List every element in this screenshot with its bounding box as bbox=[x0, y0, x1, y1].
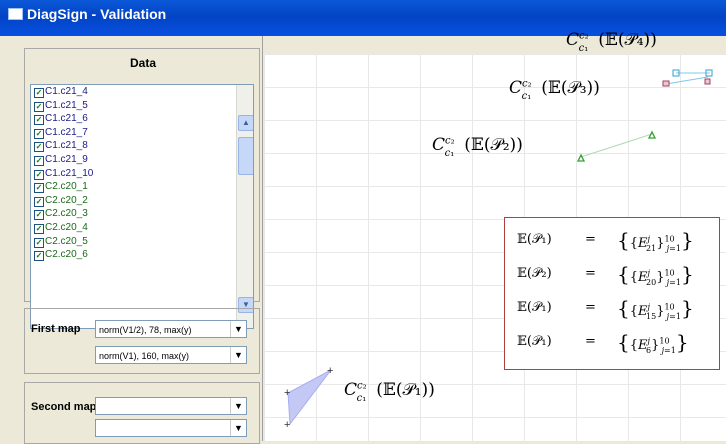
p3-marker-1[interactable] bbox=[662, 80, 670, 87]
equation-lhs: 𝔼(𝒫₁) bbox=[517, 232, 552, 247]
equation-rhs: {{Ej15}10j=1} bbox=[617, 296, 694, 321]
equation-equals: = bbox=[585, 266, 596, 281]
equation-lhs: 𝔼(𝒫₂) bbox=[517, 266, 552, 281]
equation-rhs: {{Ej21}10j=1} bbox=[617, 228, 694, 253]
p1-marker-2: + bbox=[327, 365, 333, 377]
equation-equals: = bbox=[585, 300, 596, 315]
p1-polygon[interactable] bbox=[287, 369, 332, 426]
equation-rhs: {{Ej6}10j=1} bbox=[617, 330, 689, 355]
p4-label: Cc₂c₁ (𝔼(𝒫₄)) bbox=[566, 30, 657, 54]
p3-label: Cc₂c₁ (𝔼(𝒫₃)) bbox=[509, 78, 600, 102]
p3-line bbox=[665, 76, 709, 85]
p1-label: Cc₂c₁ (𝔼(𝒫₁)) bbox=[344, 380, 435, 404]
p1-marker-3: + bbox=[284, 419, 290, 431]
p3-marker-2[interactable] bbox=[704, 78, 711, 85]
equation-box: 𝔼(𝒫₁) = {{Ej21}10j=1} 𝔼(𝒫₂) = {{Ej20}10j=1} 𝔼(… bbox=[504, 217, 720, 370]
equation-lhs: 𝔼(𝒫₁) bbox=[517, 334, 552, 349]
equation-equals: = bbox=[585, 334, 596, 349]
equation-lhs: 𝔼(𝒫₁) bbox=[517, 300, 552, 315]
p1-marker-1: + bbox=[284, 387, 290, 399]
p2-label: Cc₂c₁ (𝔼(𝒫₂)) bbox=[432, 135, 523, 159]
p2-line bbox=[580, 133, 653, 158]
p2-marker-2[interactable] bbox=[647, 130, 657, 139]
equation-rhs: {{Ej20}10j=1} bbox=[617, 262, 694, 287]
equation-equals: = bbox=[585, 232, 596, 247]
